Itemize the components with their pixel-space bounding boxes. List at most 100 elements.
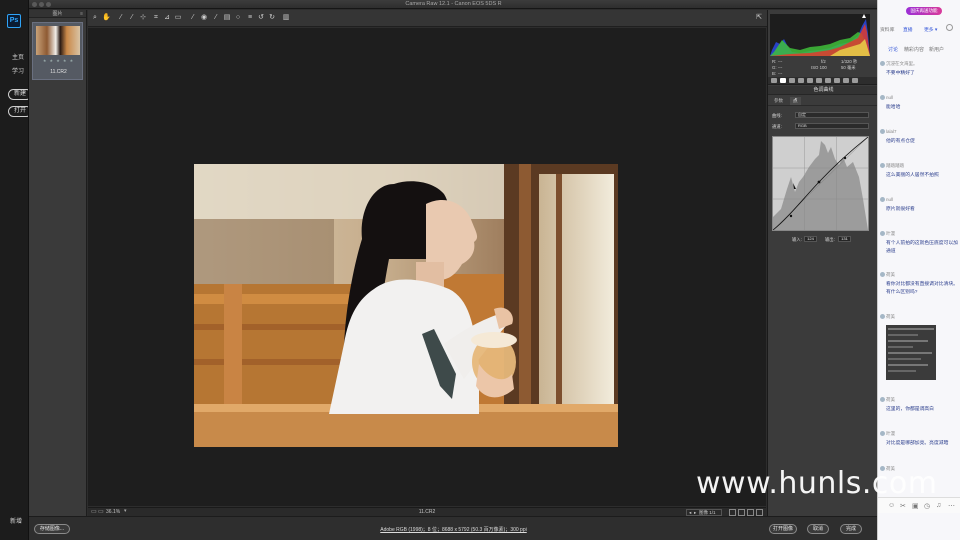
chat-screenshot-image[interactable] bbox=[886, 325, 936, 380]
filmstrip-thumbnail[interactable]: ★ ★ ★ ★ ★ 11.CR2 bbox=[32, 22, 83, 80]
avatar bbox=[880, 197, 885, 202]
photo-illustration bbox=[194, 164, 618, 447]
fullscreen-icon[interactable]: ⇱ bbox=[755, 14, 763, 22]
view-compare-icon[interactable] bbox=[729, 509, 736, 516]
adjustment-brush-icon[interactable]: ⁄ bbox=[212, 14, 220, 22]
next-image-icon[interactable]: ▸ bbox=[694, 510, 696, 515]
screen: Ps 主页 学习 新建 打开 新增 Camera Raw 12.1 - Cano… bbox=[0, 0, 960, 540]
avatar bbox=[880, 231, 885, 236]
curve-point-shadows[interactable] bbox=[789, 214, 793, 218]
red-eye-icon[interactable]: ◉ bbox=[200, 14, 208, 22]
snapshots-tab-icon[interactable] bbox=[852, 78, 858, 83]
chat-username: 沉浸在文海里。 bbox=[886, 61, 918, 66]
split-toning-tab-icon[interactable] bbox=[807, 78, 813, 83]
more-icon[interactable]: ⋯ bbox=[948, 502, 955, 510]
promo-badge[interactable]: 国庆再送功能 bbox=[906, 7, 942, 15]
zoom-icon[interactable]: ⌕ bbox=[91, 14, 99, 22]
output-label: 输出: bbox=[825, 237, 835, 242]
cancel-button[interactable]: 取消 bbox=[807, 524, 829, 534]
preview-filename: 11.CR2 bbox=[418, 509, 436, 515]
effects-tab-icon[interactable] bbox=[825, 78, 831, 83]
emoji-icon[interactable]: ☺ bbox=[888, 502, 895, 509]
scissors-icon[interactable]: ✂ bbox=[900, 502, 906, 510]
chat-tab-highlights[interactable]: 精彩内容 bbox=[904, 46, 924, 53]
chat-message: 有个人前拍的这就色压底度可以加通道 bbox=[886, 241, 958, 254]
filmstrip-header: 图片 ≡ bbox=[29, 10, 86, 18]
chat-username: 踏踏踏踏 bbox=[886, 163, 904, 168]
open-image-button[interactable]: 打开图像 bbox=[769, 524, 797, 534]
preview-status-bar: ▭ ▭ 36.1% ▾ 11.CR2 ◂ ▸ 图像 1/1 bbox=[88, 507, 766, 516]
rgb-g-label: G: bbox=[772, 65, 777, 70]
curve-point-midtones[interactable] bbox=[817, 180, 821, 184]
hand-icon[interactable]: ✋ bbox=[102, 14, 111, 22]
filmstrip-menu-icon[interactable]: ≡ bbox=[80, 10, 83, 18]
rgb-b-label: B: bbox=[772, 71, 777, 76]
output-value[interactable]: 131 bbox=[838, 236, 851, 242]
tone-curve-graph[interactable] bbox=[772, 136, 869, 231]
chat-tab-discussion[interactable]: 讨论 bbox=[888, 46, 898, 53]
clock-icon[interactable]: ◷ bbox=[924, 502, 930, 510]
bell-icon[interactable]: ♫ bbox=[936, 502, 941, 509]
chat-top-more[interactable]: 更多 ▾ bbox=[924, 26, 937, 33]
rotate-cw-icon[interactable]: ↻ bbox=[268, 14, 276, 22]
avatar bbox=[880, 314, 885, 319]
graduated-filter-icon[interactable]: ▤ bbox=[223, 14, 231, 22]
workflow-options-link[interactable]: Adobe RGB (1998)；8 位；8688 x 5792 (50.3 百… bbox=[29, 526, 878, 533]
chat-username: 叶漫 bbox=[886, 431, 895, 436]
nav-home[interactable]: 主页 bbox=[12, 52, 24, 61]
detail-tab-icon[interactable] bbox=[789, 78, 795, 83]
presets-tab-icon[interactable] bbox=[843, 78, 849, 83]
chat-settings-icon[interactable] bbox=[946, 24, 953, 31]
chat-top-live[interactable]: 直播 bbox=[903, 26, 913, 33]
panel-tab-row bbox=[768, 77, 879, 85]
prev-image-icon[interactable]: ◂ bbox=[689, 510, 691, 515]
chat-username: lalal7 bbox=[886, 129, 897, 134]
focal-length: 50 毫米 bbox=[841, 65, 856, 70]
done-button[interactable]: 完成 bbox=[840, 524, 862, 534]
rotate-ccw-icon[interactable]: ↺ bbox=[257, 14, 265, 22]
rgb-b-value: --- bbox=[778, 71, 783, 76]
preview-canvas[interactable] bbox=[88, 28, 766, 506]
lens-tab-icon[interactable] bbox=[816, 78, 822, 83]
hsl-tab-icon[interactable] bbox=[798, 78, 804, 83]
tab-parametric[interactable]: 参数 bbox=[771, 97, 786, 105]
trash-icon[interactable]: ▥ bbox=[282, 14, 290, 22]
crop-icon[interactable]: ⌗ bbox=[152, 14, 160, 22]
chat-message: 他的有点仓促 bbox=[886, 139, 915, 144]
white-balance-icon[interactable]: ⁄ bbox=[117, 14, 125, 22]
photoshop-logo: Ps bbox=[7, 14, 21, 28]
color-sampler-icon[interactable]: ⁄ bbox=[128, 14, 136, 22]
view-toggle-icon[interactable] bbox=[747, 509, 754, 516]
channel-select[interactable]: RGB bbox=[795, 123, 869, 129]
rgb-r-label: R: bbox=[772, 59, 777, 64]
chat-tab-new-users[interactable]: 新用户 bbox=[929, 46, 944, 53]
avatar bbox=[880, 272, 885, 277]
photoshop-home-strip: Ps 主页 学习 新建 打开 新增 bbox=[0, 0, 32, 540]
view-settings-icon[interactable] bbox=[756, 509, 763, 516]
chat-top-library[interactable]: 资料库 bbox=[880, 26, 894, 33]
image-icon[interactable]: ▣ bbox=[912, 502, 919, 510]
radial-filter-icon[interactable]: ○ bbox=[234, 14, 242, 22]
thumbnail-rating[interactable]: ★ ★ ★ ★ ★ bbox=[33, 58, 84, 63]
preferences-icon[interactable]: ≡ bbox=[246, 14, 254, 22]
nav-learn[interactable]: 学习 bbox=[12, 66, 24, 75]
curve-point-highlights[interactable] bbox=[843, 156, 847, 160]
chat-username: 荷美 bbox=[886, 397, 895, 402]
basic-tab-icon[interactable] bbox=[771, 78, 777, 83]
tone-curve-editor[interactable] bbox=[772, 136, 869, 231]
curve-select[interactable]: 自定 bbox=[795, 112, 869, 118]
calibration-tab-icon[interactable] bbox=[834, 78, 840, 83]
targeted-adjust-icon[interactable]: ⊹ bbox=[139, 14, 147, 22]
chat-message: 原片就很好看 bbox=[886, 207, 915, 212]
input-value[interactable]: 124 bbox=[804, 236, 817, 242]
straighten-icon[interactable]: ⊿ bbox=[163, 14, 171, 22]
chat-message: 这么美丽的人居然不拍照 bbox=[886, 173, 939, 178]
histogram bbox=[770, 14, 870, 56]
view-before-after-icon[interactable] bbox=[738, 509, 745, 516]
transform-icon[interactable]: ▭ bbox=[174, 14, 182, 22]
spot-removal-icon[interactable]: ⁄ bbox=[189, 14, 197, 22]
image-navigator[interactable]: ◂ ▸ 图像 1/1 bbox=[686, 509, 722, 516]
tab-point[interactable]: 点 bbox=[790, 97, 801, 105]
camera-raw-window: Camera Raw 12.1 - Canon EOS 5DS R 图片 ≡ ★… bbox=[28, 0, 879, 540]
tone-curve-tab-icon[interactable] bbox=[780, 78, 786, 83]
